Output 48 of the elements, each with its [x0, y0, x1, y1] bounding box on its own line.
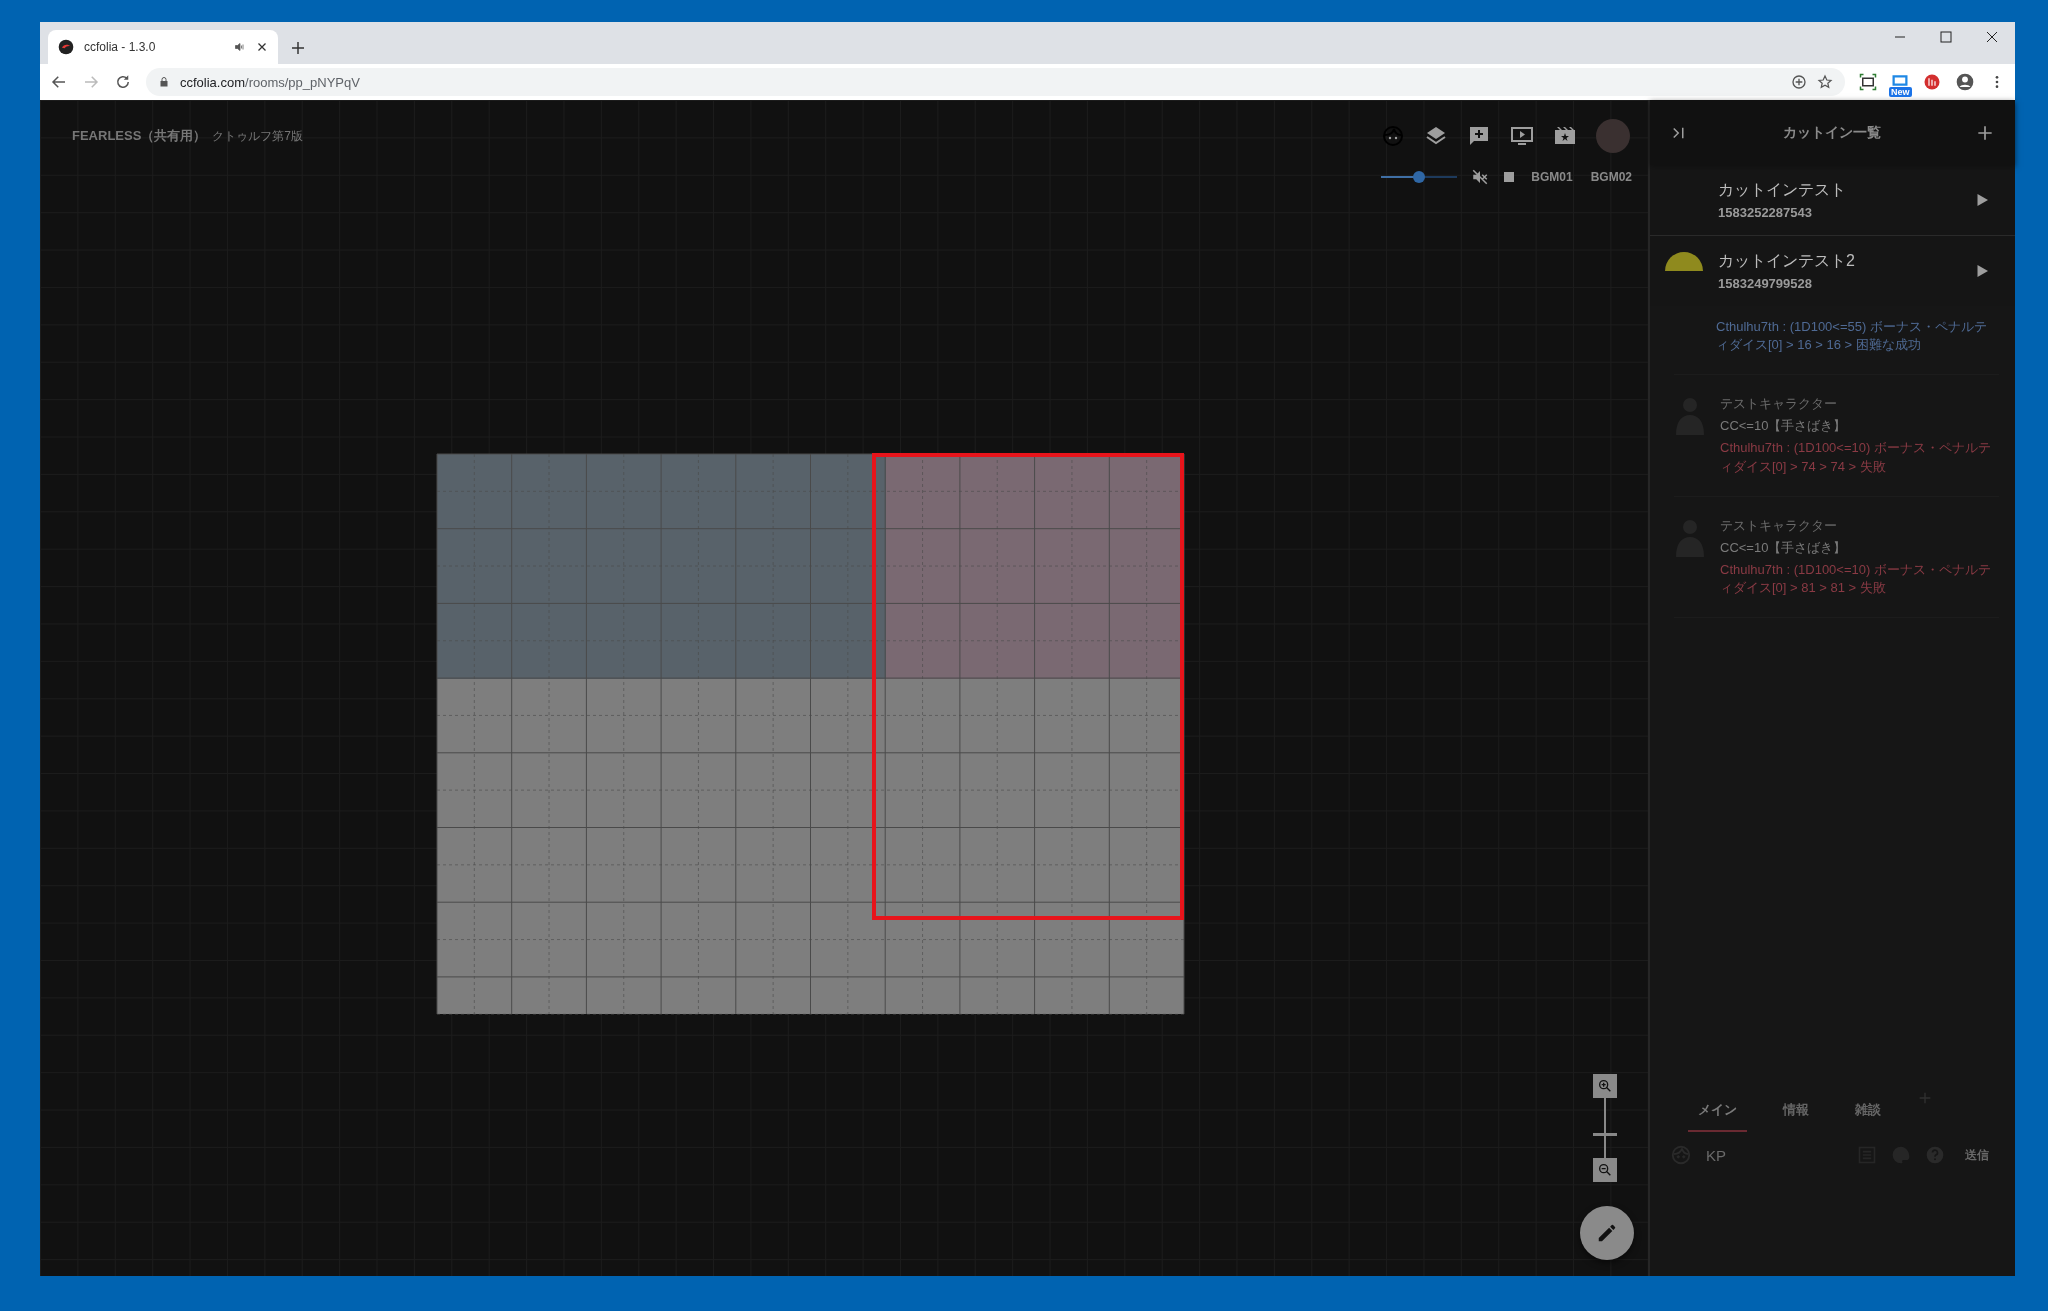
browser-tab[interactable]: ccfolia - 1.3.0	[48, 30, 278, 64]
bgm-button[interactable]: BGM02	[1588, 166, 1634, 188]
chat-tab[interactable]: メイン	[1688, 1090, 1747, 1132]
circle-icon[interactable]	[1923, 73, 1941, 91]
zoom-out-icon	[1597, 1162, 1613, 1178]
dice-command: CC<=10【手さばき】	[1720, 417, 1848, 436]
new-badge: New	[1889, 87, 1912, 97]
dice-result: Cthulhu7th : (1D100<=10) ボーナス・ペナルティダイス[0] > 74 > 74 > 失敗	[1720, 439, 1992, 476]
volume-off-icon[interactable]	[1471, 168, 1490, 186]
video-icon[interactable]	[1510, 124, 1534, 148]
tab-title: ccfolia - 1.3.0	[84, 40, 157, 54]
star-icon[interactable]	[1817, 74, 1833, 90]
chat-tab[interactable]: 情報	[1773, 1090, 1819, 1132]
chat-tab[interactable]: 雑談	[1845, 1090, 1891, 1132]
zoom-in-button[interactable]	[1593, 1074, 1617, 1098]
lock-icon	[158, 76, 170, 88]
panel-title: カットイン一覧	[1781, 123, 1882, 142]
address-bar[interactable]: ccfolia.com/rooms/pp_pNYPqV	[146, 68, 1845, 96]
character-name: テストキャラクター	[1720, 516, 1838, 535]
new-tab-icon[interactable]	[290, 40, 306, 56]
game-system: クトゥルフ第7版	[212, 127, 304, 145]
reload-icon[interactable]	[114, 73, 132, 91]
back-icon[interactable]	[50, 73, 68, 91]
speaker-icon[interactable]	[234, 41, 246, 53]
character-name: テストキャラクター	[1720, 395, 1838, 414]
zoom-out-button[interactable]	[1593, 1158, 1617, 1182]
account-icon[interactable]	[1955, 72, 1975, 92]
add-comment-icon[interactable]	[1467, 124, 1491, 148]
add-circle-icon[interactable]	[1791, 74, 1807, 90]
close-icon[interactable]	[256, 41, 268, 53]
site-logo-icon	[58, 39, 74, 55]
zoom-in-icon	[1597, 1078, 1613, 1094]
dice-result: Cthulhu7th : (1D100<=55) ボーナス・ペナルティダイス[0] > 16 > 16 > 困難な成功	[1716, 318, 1988, 355]
url-text: ccfolia.com/rooms/pp_pNYPqV	[180, 74, 360, 90]
cutin-name: カットインテスト	[1718, 180, 1847, 200]
room-title: FEARLESS（共有用）	[72, 127, 207, 145]
pencil-icon	[1596, 1222, 1618, 1244]
edit-button[interactable]	[1580, 1206, 1634, 1260]
send-button[interactable]: 送信	[1959, 1145, 1995, 1165]
dice-command: CC<=10【手さばき】	[1720, 538, 1848, 557]
bgm-button[interactable]: BGM01	[1529, 166, 1575, 188]
stop-icon[interactable]	[1503, 171, 1516, 183]
screenshot-icon[interactable]	[1859, 73, 1877, 91]
cutin-name: カットインテスト2	[1718, 251, 1856, 271]
cutin-id: 1583252287543	[1718, 205, 1813, 220]
dice-result: Cthulhu7th : (1D100<=10) ボーナス・ペナルティダイス[0] > 81 > 81 > 失敗	[1720, 560, 1992, 597]
cutin-id: 1583249799528	[1718, 276, 1813, 291]
character-name-field[interactable]: KP	[1706, 1146, 1843, 1164]
